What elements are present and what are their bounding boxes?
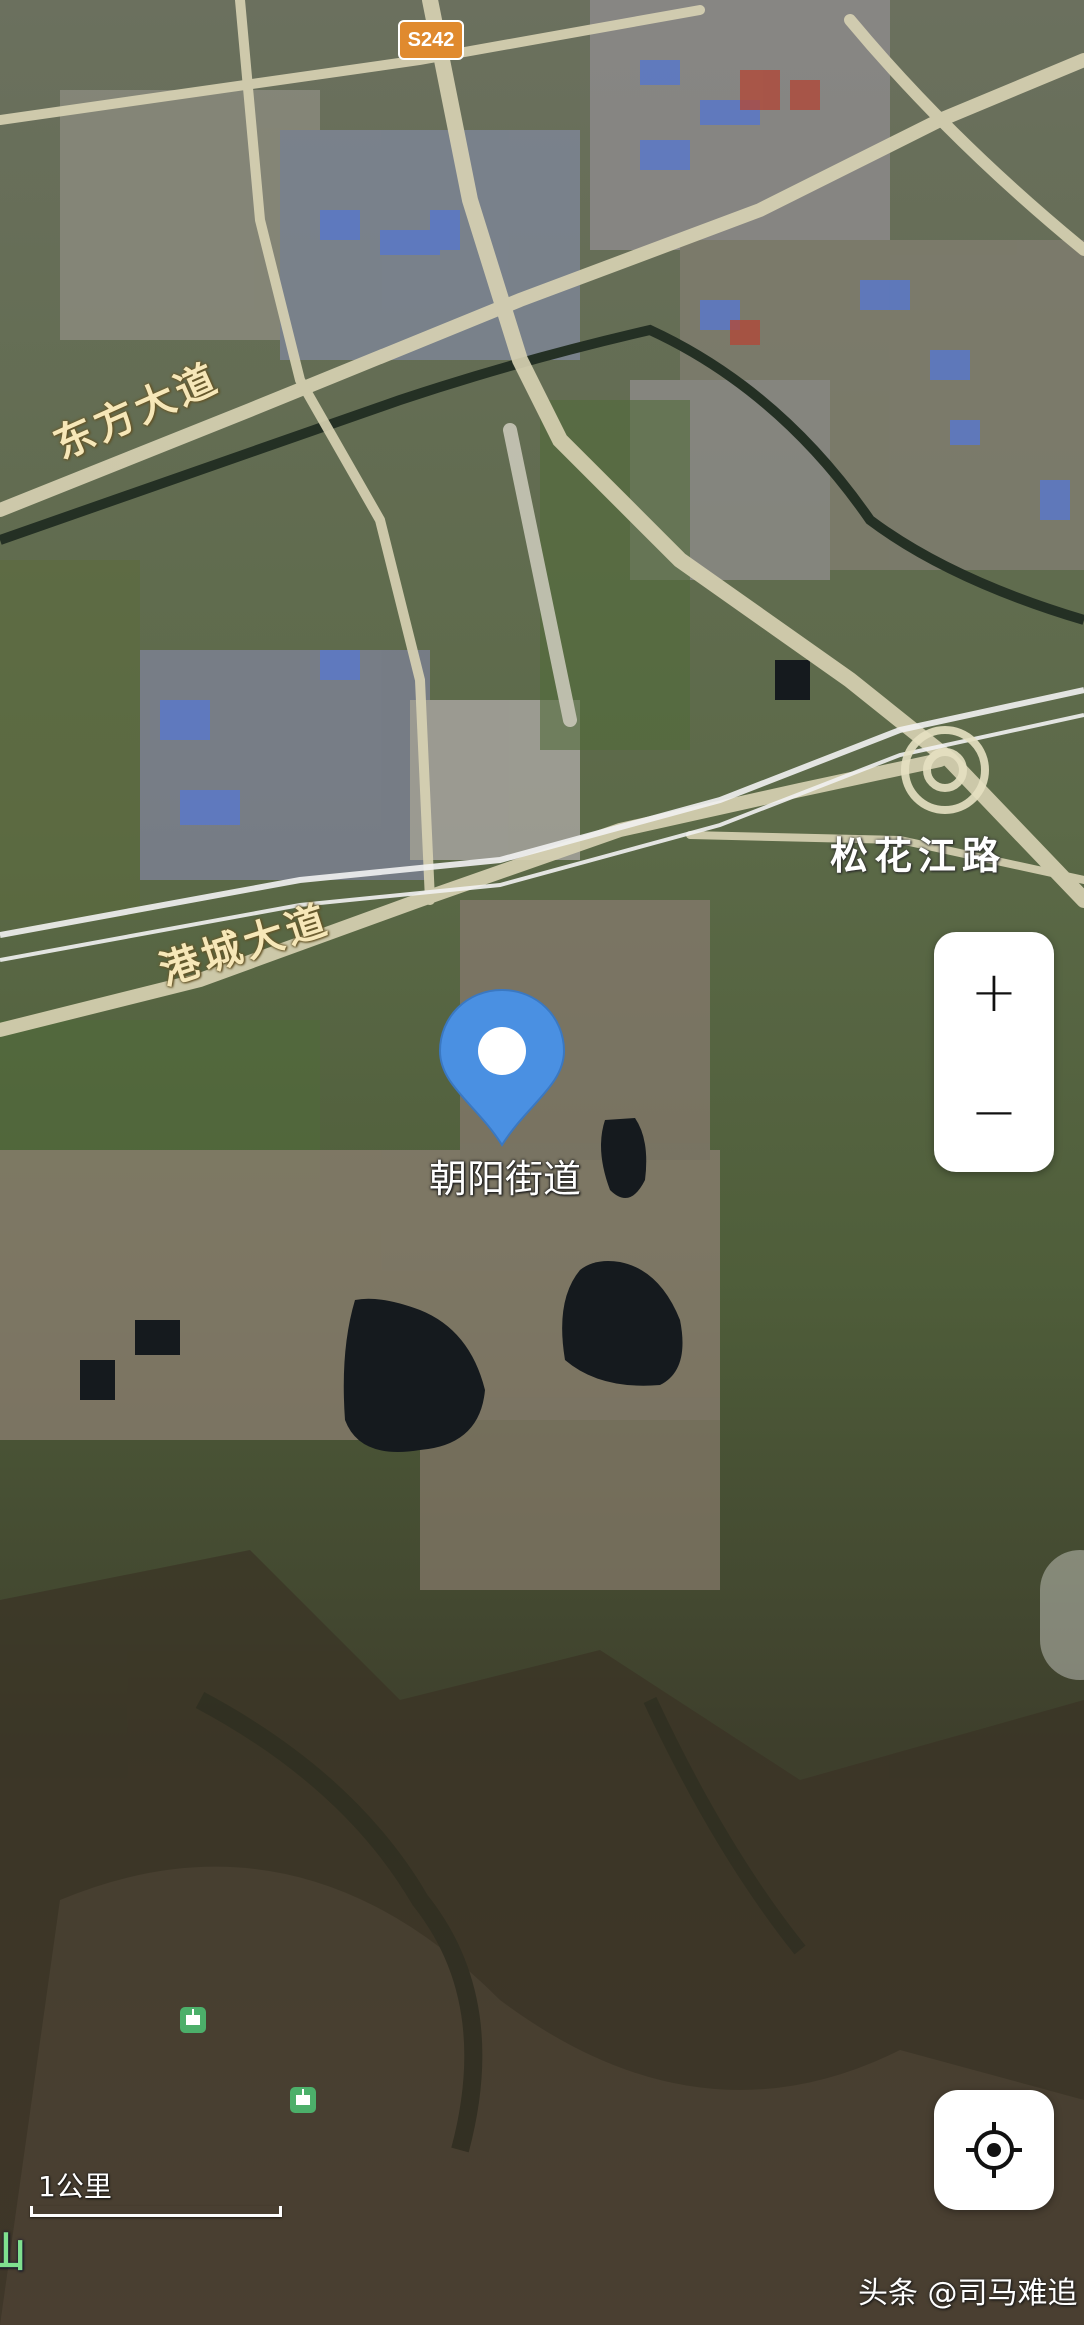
marker-label: 朝阳街道: [428, 1157, 581, 1201]
scale-label: 1公里: [38, 2170, 112, 2203]
cable-car-icon: [180, 2007, 206, 2033]
zoom-control: + −: [934, 932, 1054, 1172]
zoom-out-button[interactable]: −: [934, 1052, 1054, 1172]
road-label-songhuajiang-road: 松花江路: [830, 834, 1007, 878]
mountain-label: 山: [0, 2230, 26, 2276]
side-drawer-handle[interactable]: [1040, 1550, 1084, 1680]
zoom-in-button[interactable]: +: [934, 932, 1054, 1052]
location-pin-icon[interactable]: [432, 985, 572, 1155]
scale-bar: [30, 2206, 282, 2217]
crosshair-icon: [966, 2122, 1022, 2178]
watermark: 头条 @司马难追: [858, 2276, 1078, 2311]
cable-car-icon: [290, 2087, 316, 2113]
locate-button[interactable]: [934, 2090, 1054, 2210]
highway-shield: S242: [398, 20, 464, 60]
